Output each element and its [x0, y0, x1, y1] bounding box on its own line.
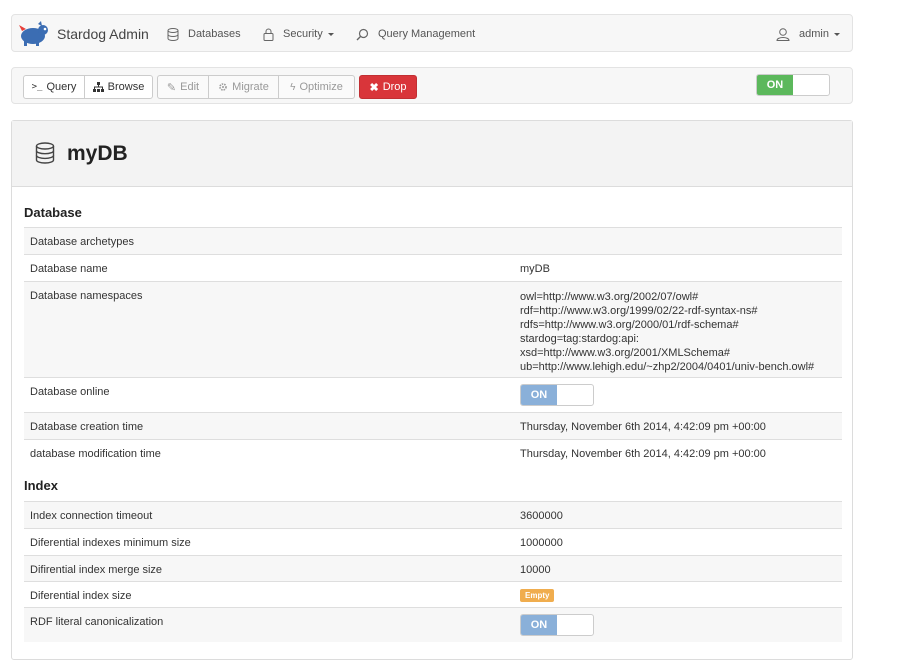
database-panel: myDB Database Database archetypes Databa… [11, 120, 853, 660]
nav-security-label: Security [283, 28, 323, 40]
nav-query-management[interactable]: Query Management [356, 15, 475, 53]
user-menu[interactable]: admin [776, 15, 840, 53]
toggle-on-label: ON [521, 615, 557, 635]
database-online-toggle[interactable]: ON [520, 384, 594, 406]
user-name: admin [799, 28, 829, 40]
drop-button[interactable]: ✖ Drop [359, 75, 417, 99]
table-row: Database creation time Thursday, Novembe… [24, 412, 842, 439]
top-navbar: Stardog Admin Databases Security Query M… [11, 14, 853, 52]
user-icon [776, 28, 790, 41]
table-row: Index connection timeout 3600000 [24, 501, 842, 528]
toggle-on-label: ON [521, 385, 557, 405]
close-icon: ✖ [369, 81, 379, 94]
edit-button-label: Edit [180, 81, 200, 93]
row-value: Thursday, November 6th 2014, 4:42:09 pm … [520, 448, 766, 460]
row-value: 3600000 [520, 510, 563, 522]
cogs-icon [219, 83, 227, 91]
sitemap-icon [92, 82, 104, 92]
nav-security[interactable]: Security [263, 15, 334, 53]
panel-header: myDB [12, 121, 852, 187]
row-key: Database namespaces [30, 290, 143, 302]
lock-icon [263, 28, 274, 41]
chevron-down-icon [327, 32, 334, 36]
brand-name: Stardog Admin [57, 26, 149, 42]
drop-button-label: Drop [382, 81, 407, 93]
status-badge: Empty [520, 589, 555, 602]
row-key: Diferential indexes minimum size [30, 537, 191, 549]
row-key: RDF literal canonicalization [30, 616, 164, 628]
row-key: Database name [30, 263, 108, 275]
chevron-down-icon [833, 32, 840, 36]
db-online-toggle[interactable]: ON [756, 74, 830, 96]
section-database-title: Database [24, 205, 82, 220]
table-row: Diferential indexes minimum size 1000000 [24, 528, 842, 555]
browse-button-label: Browse [107, 81, 145, 93]
row-key: Database archetypes [30, 236, 134, 248]
query-button[interactable]: >_ Query [23, 75, 85, 99]
section-index-title: Index [24, 478, 58, 493]
search-icon [356, 28, 369, 40]
namespaces-value: owl=http://www.w3.org/2002/07/owl# rdf=h… [520, 291, 815, 373]
table-row: Difirential index merge size 10000 [24, 555, 842, 581]
row-key: Index connection timeout [30, 510, 153, 522]
optimize-button[interactable]: ϟ Optimize [278, 75, 355, 99]
row-key: Database online [30, 386, 110, 398]
migrate-button-label: Migrate [232, 81, 269, 93]
database-icon [35, 142, 55, 164]
row-key: Difirential index merge size [30, 564, 163, 576]
row-key: database modification time [30, 448, 161, 460]
row-value: Thursday, November 6th 2014, 4:42:09 pm … [520, 421, 766, 433]
row-key: Diferential index size [30, 590, 132, 602]
edit-button[interactable]: ✎ Edit [157, 75, 209, 99]
table-row: Diferential index size Empty [24, 581, 842, 607]
nav-query-management-label: Query Management [378, 28, 476, 40]
terminal-icon: >_ [31, 82, 43, 92]
brand[interactable]: Stardog Admin [18, 21, 149, 47]
table-row: RDF literal canonicalization ON [24, 607, 842, 642]
table-row: database modification time Thursday, Nov… [24, 439, 842, 466]
table-row: Database name myDB [24, 254, 842, 281]
table-row: Database online ON [24, 377, 842, 412]
bolt-icon: ϟ [290, 81, 296, 93]
database-icon [167, 27, 179, 41]
db-toolbar: >_ Query Browse ✎ Edit Migrate ϟ Optimiz… [11, 67, 853, 104]
row-value: myDB [520, 263, 550, 275]
row-key: Database creation time [30, 421, 144, 433]
row-value: 10000 [520, 564, 551, 576]
nav-databases-label: Databases [188, 28, 241, 40]
table-row: Database archetypes [24, 227, 842, 254]
query-button-label: Query [46, 81, 77, 93]
table-row: Database namespaces owl=http://www.w3.or… [24, 281, 842, 377]
stardog-logo-icon [19, 21, 48, 46]
row-value: 1000000 [520, 537, 563, 549]
browse-button[interactable]: Browse [84, 75, 153, 99]
page-title: myDB [67, 142, 128, 165]
toggle-on-label: ON [757, 75, 793, 95]
nav-databases[interactable]: Databases [167, 15, 241, 53]
optimize-button-label: Optimize [299, 81, 343, 93]
migrate-button[interactable]: Migrate [208, 75, 279, 99]
rdf-literal-canonicalization-toggle[interactable]: ON [520, 614, 594, 636]
pencil-icon: ✎ [166, 81, 177, 94]
row-value: Empty [520, 589, 555, 602]
